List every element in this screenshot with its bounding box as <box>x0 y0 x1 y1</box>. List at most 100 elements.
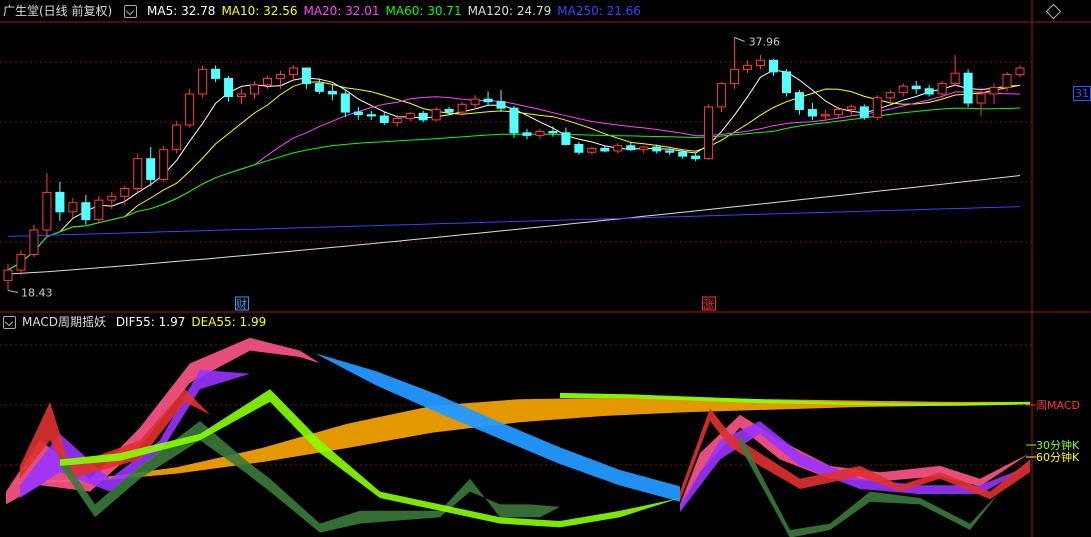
candle-body <box>211 68 221 79</box>
candle-body <box>418 112 428 121</box>
candle-body <box>353 111 363 116</box>
band-label: 60分钟K <box>1036 450 1080 464</box>
candle-body <box>794 92 804 110</box>
candle-body <box>574 143 584 153</box>
ma-indicator-5: MA250: 21.66 <box>557 4 641 18</box>
candle-body <box>224 77 234 98</box>
candle-body <box>509 107 519 134</box>
candle-body <box>976 93 986 104</box>
candlestick <box>133 153 143 193</box>
candle-body <box>366 114 376 117</box>
ma-indicator-4: MA120: 24.79 <box>467 4 552 18</box>
candle-body <box>704 106 714 160</box>
candle-body <box>613 145 623 152</box>
sub-settings-icon[interactable] <box>3 316 16 329</box>
candle-body <box>133 158 143 189</box>
candle-body <box>29 229 39 256</box>
price-tag: 31 <box>1073 86 1091 101</box>
candle-body <box>68 202 78 213</box>
candle-body <box>885 92 895 99</box>
candle-body <box>94 199 104 221</box>
candle-body <box>340 93 350 113</box>
candlestick <box>159 145 169 183</box>
candle-body <box>1002 74 1012 88</box>
ma-indicator-3: MA60: 30.71 <box>385 4 462 18</box>
candle-body <box>496 101 506 109</box>
candle-body <box>820 114 830 117</box>
candle-body <box>55 191 65 213</box>
candle-body <box>42 191 52 231</box>
ma-indicator-2: MA20: 32.01 <box>303 4 380 18</box>
candlestick <box>963 69 973 107</box>
ma-indicator-0: MA5: 32.78 <box>147 4 216 18</box>
candle-body <box>107 195 117 201</box>
candle-body <box>457 103 467 113</box>
candle-body <box>159 149 169 180</box>
low-label: 18.43 <box>21 286 53 299</box>
event-marker: 财 <box>235 296 250 311</box>
candle-body <box>652 146 662 152</box>
candlestick <box>509 105 519 138</box>
candle-body <box>561 132 571 145</box>
settings-icon[interactable] <box>124 5 138 18</box>
candle-body <box>81 202 91 221</box>
candle-body <box>392 118 402 123</box>
candle-body <box>1015 67 1025 76</box>
macd-indicator-list: DIF55: 1.97 DEA55: 1.99 <box>116 315 272 329</box>
candle-body <box>768 59 779 73</box>
candle-body <box>989 86 999 95</box>
macd-indicator-1: DEA55: 1.99 <box>191 315 267 329</box>
candle-body <box>405 112 415 120</box>
candle-body <box>16 254 26 271</box>
candle-body <box>600 147 610 152</box>
candle-body <box>872 97 882 118</box>
candle-body <box>535 131 545 136</box>
main-chart-header: 广生堂(日线 前复权) MA5: 32.78 MA10: 32.56 MA20: 3… <box>0 0 653 22</box>
candle-body <box>185 93 195 126</box>
candle-body <box>379 115 389 123</box>
macd-indicator-0: DIF55: 1.97 <box>115 315 186 329</box>
candle-body <box>691 155 701 160</box>
candlestick <box>872 95 882 120</box>
candle-body <box>717 83 727 108</box>
candle-body <box>833 108 843 116</box>
ma-indicator-list: MA5: 32.78 MA10: 32.56 MA20: 32.01 MA60: 30… <box>147 4 647 18</box>
candlestick <box>172 121 182 154</box>
candle-body <box>262 77 273 86</box>
event-marker-text: 财 <box>236 297 247 311</box>
candle-body <box>237 93 247 98</box>
candle-body <box>898 85 908 94</box>
band-label: 30分钟K <box>1036 438 1080 452</box>
candlestick <box>94 196 104 223</box>
candlestick <box>859 104 869 120</box>
candlestick <box>185 88 195 128</box>
sub-chart-header: MACD周期摇妖 DIF55: 1.97 DEA55: 1.99 <box>0 311 278 333</box>
candle-body <box>665 150 675 153</box>
candle-body <box>807 108 817 117</box>
stock-title: 广生堂(日线 前复权) <box>3 4 113 18</box>
candle-body <box>249 84 260 95</box>
candle-body <box>483 98 493 103</box>
candle-body <box>172 124 182 151</box>
candlestick <box>781 69 791 97</box>
stock-chart[interactable]: 37.96 18.43 财 涨周MACD 30分钟K60分钟K <box>0 0 1091 537</box>
high-label: 37.96 <box>749 35 781 48</box>
event-marker-text: 涨 <box>703 298 714 311</box>
macd-title: MACD周期摇妖 <box>22 315 106 329</box>
candle-body <box>522 132 532 136</box>
candle-body <box>846 106 856 110</box>
candle-body <box>781 71 791 94</box>
candle-body <box>431 108 441 121</box>
candle-body <box>639 146 649 151</box>
candle-body <box>444 108 454 113</box>
candle-body <box>730 68 740 85</box>
band-label: 周MACD <box>1036 399 1080 412</box>
candle-body <box>963 72 973 104</box>
candle-body <box>470 98 480 105</box>
candle-body <box>327 90 337 95</box>
candle-body <box>198 68 208 95</box>
candle-body <box>120 187 130 197</box>
candlestick <box>198 65 208 98</box>
candle-body <box>911 85 921 90</box>
candle-body <box>626 145 636 151</box>
